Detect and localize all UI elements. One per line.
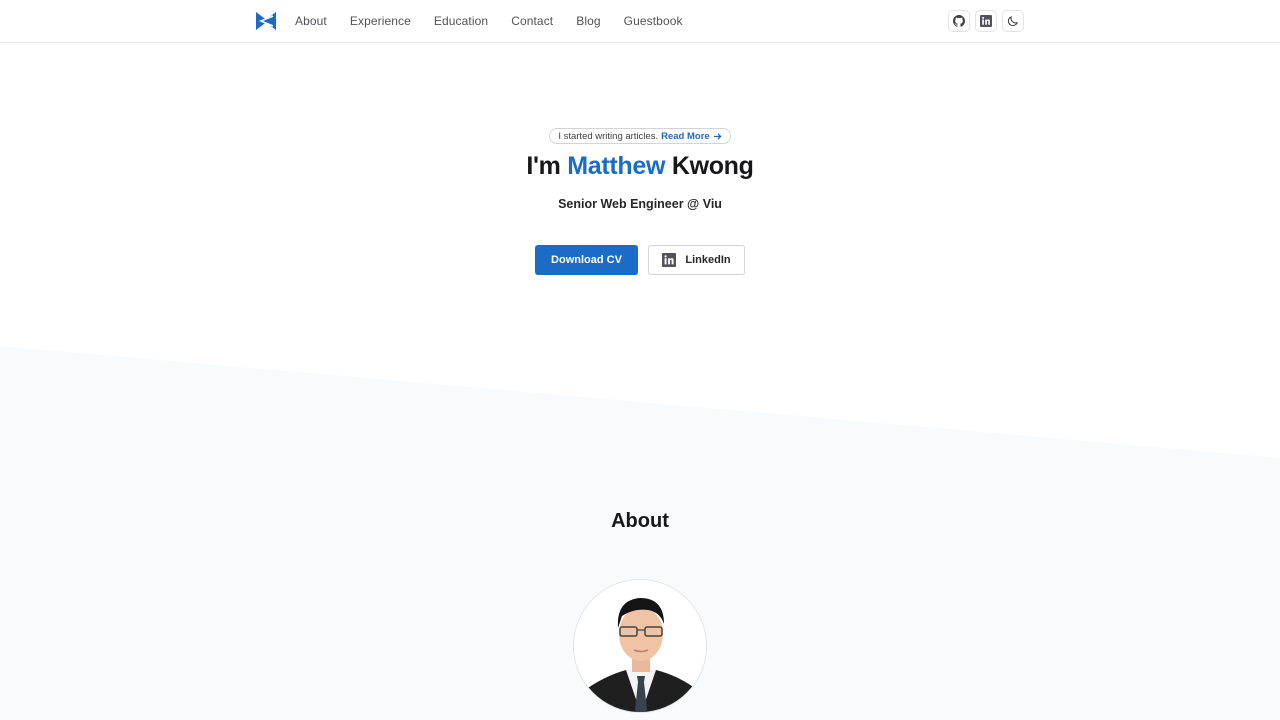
nav-contact[interactable]: Contact: [511, 14, 553, 28]
arrow-right-icon: [713, 132, 722, 140]
github-icon: [953, 15, 965, 27]
title-prefix: I'm: [526, 152, 561, 180]
header-inner: About Experience Education Contact Blog …: [256, 0, 1024, 42]
portrait-image: [574, 580, 706, 712]
nav-blog[interactable]: Blog: [576, 14, 600, 28]
hero-title: I'm Matthew Kwong: [0, 152, 1280, 181]
read-more-link[interactable]: Read More: [661, 131, 722, 142]
moon-icon: [1007, 16, 1018, 27]
linkedin-icon: [980, 15, 992, 27]
linkedin-button-label: LinkedIn: [685, 254, 731, 266]
mk-logo-icon: [256, 12, 276, 30]
linkedin-header-button[interactable]: [975, 10, 997, 32]
announcement-badge[interactable]: I started writing articles. Read More: [549, 128, 731, 144]
main-nav: About Experience Education Contact Blog …: [295, 14, 706, 28]
logo-link[interactable]: [256, 12, 276, 30]
read-more-label: Read More: [661, 130, 710, 142]
linkedin-button[interactable]: LinkedIn: [648, 245, 745, 275]
download-cv-button[interactable]: Download CV: [535, 245, 638, 275]
nav-guestbook[interactable]: Guestbook: [624, 14, 683, 28]
header-actions: [948, 10, 1024, 32]
avatar: [573, 579, 707, 713]
hero-subtitle: Senior Web Engineer @ Viu: [558, 197, 722, 211]
nav-about[interactable]: About: [295, 14, 327, 28]
nav-experience[interactable]: Experience: [350, 14, 411, 28]
hero-section: I started writing articles. Read More I'…: [0, 0, 1280, 340]
title-suffix: Kwong: [671, 152, 754, 180]
site-header: About Experience Education Contact Blog …: [0, 0, 1280, 43]
github-button[interactable]: [948, 10, 970, 32]
about-title: About: [611, 510, 669, 532]
linkedin-icon: [662, 253, 677, 267]
title-highlight-name: Matthew: [567, 152, 666, 180]
announcement-text: I started writing articles.: [558, 130, 659, 142]
nav-education[interactable]: Education: [434, 14, 488, 28]
about-section: About: [0, 460, 1280, 720]
theme-toggle-button[interactable]: [1002, 10, 1024, 32]
